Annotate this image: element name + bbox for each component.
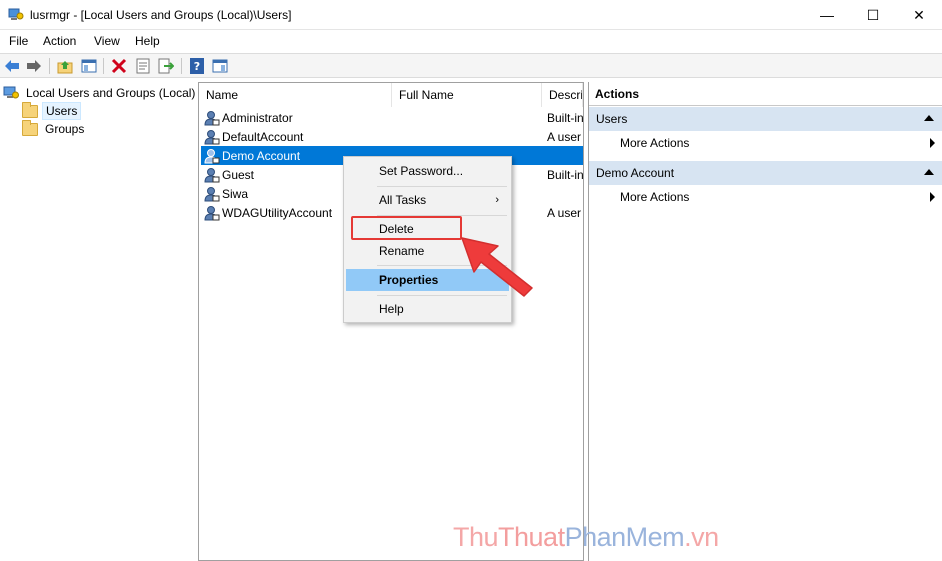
collapse-up-icon[interactable] <box>924 115 934 121</box>
toolbar-separator <box>181 58 182 74</box>
menu-item-all-tasks[interactable]: All Tasks › <box>346 189 509 211</box>
user-description: A user <box>547 129 582 144</box>
close-button[interactable]: ✕ <box>896 0 942 30</box>
tree-item-label: Users <box>42 102 82 120</box>
watermark-text: .vn <box>684 522 719 552</box>
user-account-icon <box>204 205 220 220</box>
actions-title: Actions <box>589 82 942 106</box>
actions-pane: Actions Users More Actions Demo Account … <box>588 82 942 561</box>
tree-item-groups[interactable]: Groups <box>22 119 87 138</box>
action-link-label: More Actions <box>620 136 690 150</box>
more-actions-demo-account[interactable]: More Actions <box>620 187 689 207</box>
action-group-label: Users <box>596 112 628 126</box>
user-name: WDAGUtilityAccount <box>222 205 333 220</box>
computer-users-icon <box>3 86 19 99</box>
red-pointer-arrow-icon <box>461 237 533 297</box>
user-description: Built-in <box>547 167 583 182</box>
watermark-text: Thuat <box>498 522 565 552</box>
menu-item-set-password[interactable]: Set Password... <box>346 160 509 182</box>
forward-arrow-icon[interactable] <box>25 57 43 75</box>
user-account-icon <box>204 110 220 125</box>
watermark-text: Thu <box>453 522 499 552</box>
toolbar: ? <box>0 53 942 78</box>
user-name: Administrator <box>222 110 293 125</box>
watermark-logo: ThuThuatPhanMem.vn <box>453 522 719 553</box>
folder-icon <box>22 119 38 136</box>
action-group-label: Demo Account <box>596 166 675 180</box>
menu-item-label: All Tasks <box>379 193 427 207</box>
column-header-full-name[interactable]: Full Name <box>392 83 542 107</box>
menu-bar: File Action View Help <box>0 30 942 52</box>
user-name: DefaultAccount <box>222 129 304 144</box>
show-action-pane-icon[interactable] <box>211 57 229 75</box>
submenu-arrow-icon <box>930 138 935 148</box>
collapse-up-icon[interactable] <box>924 169 934 175</box>
column-header-name[interactable]: Name <box>199 83 392 107</box>
table-row[interactable]: Administrator Built-in <box>201 108 583 127</box>
toolbar-separator <box>49 58 50 74</box>
user-name: Guest <box>222 167 255 182</box>
action-group-demo-account[interactable]: Demo Account <box>589 161 942 185</box>
menu-file[interactable]: File <box>9 34 28 48</box>
lusrmgr-app-icon <box>8 8 24 20</box>
watermark-text: PhanMem <box>564 522 685 552</box>
help-icon[interactable]: ? <box>188 57 206 75</box>
user-name: Siwa <box>222 186 249 201</box>
back-arrow-icon[interactable] <box>3 57 21 75</box>
user-account-icon <box>204 129 220 144</box>
delete-highlight-box <box>351 216 462 240</box>
action-group-users[interactable]: Users <box>589 107 942 131</box>
menu-help[interactable]: Help <box>135 34 160 48</box>
window-title: lusrmgr - [Local Users and Groups (Local… <box>30 8 292 22</box>
up-folder-icon[interactable] <box>56 57 74 75</box>
user-name: Demo Account <box>222 148 301 163</box>
user-description: Built-in <box>547 110 583 125</box>
tree-item-label: Groups <box>45 122 85 136</box>
console-tree: Local Users and Groups (Local) Users Gro… <box>0 82 195 561</box>
minimize-button[interactable]: — <box>804 0 850 30</box>
tree-root[interactable]: Local Users and Groups (Local) <box>3 84 198 102</box>
tree-root-label: Local Users and Groups (Local) <box>26 86 196 100</box>
toolbar-separator <box>103 58 104 74</box>
properties-icon[interactable] <box>134 57 152 75</box>
user-account-icon <box>204 167 220 182</box>
title-bar: lusrmgr - [Local Users and Groups (Local… <box>0 0 942 30</box>
submenu-arrow-icon <box>930 192 935 202</box>
show-hide-tree-icon[interactable] <box>80 57 98 75</box>
export-list-icon[interactable] <box>157 57 175 75</box>
menu-separator <box>377 186 507 187</box>
more-actions-users[interactable]: More Actions <box>620 133 689 153</box>
action-link-label: More Actions <box>620 190 690 204</box>
user-account-icon <box>204 186 220 201</box>
menu-item-help[interactable]: Help <box>346 298 509 320</box>
menu-action[interactable]: Action <box>43 34 76 48</box>
user-account-icon <box>204 148 220 163</box>
tree-item-users[interactable]: Users <box>22 101 82 120</box>
folder-icon <box>22 101 38 118</box>
delete-icon[interactable] <box>110 57 128 75</box>
table-row[interactable]: DefaultAccount A user <box>201 127 581 146</box>
maximize-button[interactable]: ☐ <box>850 0 896 30</box>
menu-view[interactable]: View <box>94 34 120 48</box>
svg-text:?: ? <box>194 60 200 73</box>
submenu-arrow-icon: › <box>495 194 499 206</box>
column-header-description[interactable]: Descri <box>542 83 583 107</box>
user-description: A user <box>547 205 582 220</box>
